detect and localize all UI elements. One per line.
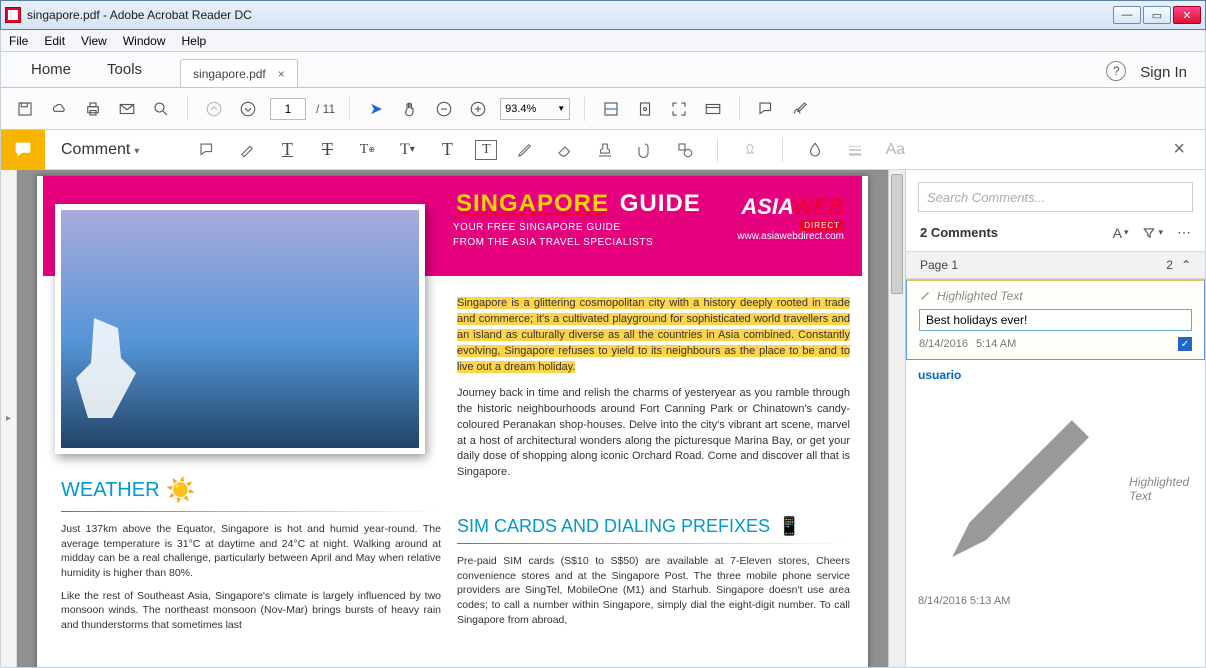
print-icon[interactable] xyxy=(81,97,105,121)
document-tab-label: singapore.pdf xyxy=(193,67,266,81)
sticky-note-icon[interactable] xyxy=(195,138,219,162)
tab-tools[interactable]: Tools xyxy=(89,51,160,87)
checkbox-icon[interactable]: ✓ xyxy=(1178,337,1192,351)
menu-edit[interactable]: Edit xyxy=(44,34,65,48)
hero-photo xyxy=(55,204,425,454)
fullscreen-icon[interactable] xyxy=(667,97,691,121)
comment-item-2[interactable]: usuario Highlighted Text 8/14/2016 5:13 … xyxy=(906,360,1205,615)
close-button[interactable]: ✕ xyxy=(1173,6,1201,24)
annotate-icon[interactable] xyxy=(754,97,778,121)
help-icon[interactable]: ? xyxy=(1106,61,1126,81)
weather-section: WEATHER☀️ Just 137km above the Equator, … xyxy=(61,476,441,641)
page-number-input[interactable] xyxy=(270,98,306,120)
close-comment-bar-icon[interactable]: × xyxy=(1173,138,1185,161)
maximize-button[interactable]: ▭ xyxy=(1143,6,1171,24)
comment-text-input[interactable]: Best holidays ever! xyxy=(919,309,1192,331)
comments-count: 2 Comments xyxy=(920,225,998,240)
highlighted-passage[interactable]: Singapore is a glittering cosmopolitan c… xyxy=(457,297,850,373)
sign-in-button[interactable]: Sign In xyxy=(1140,64,1187,81)
menubar: File Edit View Window Help xyxy=(0,30,1206,52)
body-text: Singapore is a glittering cosmopolitan c… xyxy=(457,296,850,491)
pin-icon[interactable] xyxy=(738,138,762,162)
stamp-icon[interactable] xyxy=(593,138,617,162)
sort-icon[interactable]: A▾ xyxy=(1113,225,1129,241)
main-toolbar: / 11 ➤ 93.4%▼ xyxy=(0,88,1206,130)
page-down-icon[interactable] xyxy=(236,97,260,121)
document-view[interactable]: SINGAPORE GUIDE YOUR FREE SINGAPORE GUID… xyxy=(17,170,888,667)
menu-file[interactable]: File xyxy=(9,34,28,48)
strikethrough-icon[interactable]: T xyxy=(315,138,339,162)
menu-help[interactable]: Help xyxy=(182,34,207,48)
page-total: / 11 xyxy=(316,102,335,116)
cloud-icon[interactable] xyxy=(47,97,71,121)
filter-icon[interactable]: ▾ xyxy=(1142,226,1163,240)
save-icon[interactable] xyxy=(13,97,37,121)
window-title: singapore.pdf - Adobe Acrobat Reader DC xyxy=(27,8,1113,22)
attach-icon[interactable] xyxy=(633,138,657,162)
font-icon[interactable]: Aa xyxy=(883,138,907,162)
minimize-button[interactable]: — xyxy=(1113,6,1141,24)
comment-badge-icon[interactable] xyxy=(1,130,45,170)
zoom-level-select[interactable]: 93.4%▼ xyxy=(500,98,570,120)
textbox-icon[interactable]: T xyxy=(475,140,497,160)
sun-icon: ☀️ xyxy=(166,476,196,505)
search-icon[interactable] xyxy=(149,97,173,121)
close-tab-icon[interactable]: × xyxy=(278,67,285,81)
menu-view[interactable]: View xyxy=(81,34,107,48)
sign-icon[interactable] xyxy=(788,97,812,121)
brand-logo: ASIAWEB DIRECT www.asiawebdirect.com xyxy=(737,194,844,242)
mail-icon[interactable] xyxy=(115,97,139,121)
pencil-icon[interactable] xyxy=(513,138,537,162)
text-comment-icon[interactable]: T xyxy=(435,138,459,162)
app-icon xyxy=(5,7,21,23)
comments-panel: Search Comments... 2 Comments A▾ ▾ ⋯ Pag… xyxy=(905,170,1205,667)
replace-text-icon[interactable]: T⊕ xyxy=(355,138,379,162)
color-icon[interactable] xyxy=(803,138,827,162)
document-tab[interactable]: singapore.pdf × xyxy=(180,59,298,87)
comment-toolbar: Comment T T T⊕ T▾ T T Aa × xyxy=(0,130,1206,170)
pointer-icon[interactable]: ➤ xyxy=(364,97,388,121)
fit-width-icon[interactable] xyxy=(599,97,623,121)
scroll-thumb[interactable] xyxy=(891,174,903,294)
comment-dropdown[interactable]: Comment xyxy=(45,141,155,159)
main-area: ▸ SINGAPORE GUIDE YOUR FREE SINGAPORE GU… xyxy=(0,170,1206,668)
phone-icon: 📱 xyxy=(778,516,800,537)
pdf-page: SINGAPORE GUIDE YOUR FREE SINGAPORE GUID… xyxy=(37,176,868,667)
sim-section: SIM CARDS AND DIALING PREFIXES📱 Pre-paid… xyxy=(457,516,850,627)
more-icon[interactable]: ⋯ xyxy=(1177,224,1191,241)
page-up-icon[interactable] xyxy=(202,97,226,121)
left-panel-toggle[interactable]: ▸ xyxy=(1,170,17,667)
page-group-header[interactable]: Page 1 2 ⌃ xyxy=(906,251,1205,279)
tab-home[interactable]: Home xyxy=(13,51,89,87)
read-mode-icon[interactable] xyxy=(701,97,725,121)
menu-window[interactable]: Window xyxy=(123,34,166,48)
shapes-icon[interactable] xyxy=(673,138,697,162)
eraser-icon[interactable] xyxy=(553,138,577,162)
insert-text-icon[interactable]: T▾ xyxy=(395,138,419,162)
zoom-in-icon[interactable] xyxy=(466,97,490,121)
search-comments-input[interactable]: Search Comments... xyxy=(918,182,1193,212)
underline-icon[interactable]: T xyxy=(275,138,299,162)
zoom-out-icon[interactable] xyxy=(432,97,456,121)
collapse-icon[interactable]: ⌃ xyxy=(1181,258,1191,272)
fit-page-icon[interactable] xyxy=(633,97,657,121)
tab-row: Home Tools singapore.pdf × ? Sign In xyxy=(0,52,1206,88)
hand-icon[interactable] xyxy=(398,97,422,121)
window-titlebar: singapore.pdf - Adobe Acrobat Reader DC … xyxy=(0,0,1206,30)
comment-item-1[interactable]: Highlighted Text Best holidays ever! 8/1… xyxy=(906,279,1205,360)
line-weight-icon[interactable] xyxy=(843,138,867,162)
vertical-scrollbar[interactable] xyxy=(888,170,905,667)
highlight-icon[interactable] xyxy=(235,138,259,162)
guide-heading: SINGAPORE GUIDE YOUR FREE SINGAPORE GUID… xyxy=(453,190,701,248)
